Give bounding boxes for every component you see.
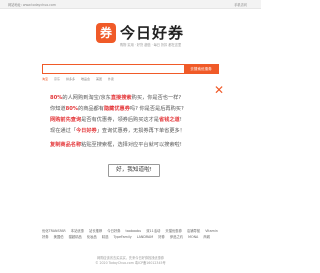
tips-dialog: ✕ 80%的人网购到淘宝/京东直接搜索购买，你是否也一样? 你知道80%的商品都…	[38, 84, 232, 188]
link-item[interactable]: 猫超精品	[69, 235, 82, 239]
logo-slogan: 购物 实用 · 好货 超值 · 每日 折扣 都在这里	[120, 43, 182, 47]
site-address: 网站地址: www.todaychuo.com	[8, 3, 56, 7]
footer: 网购应该省去买买买，先来今日好券找找优惠券 © 2020 TodayChuo.c…	[0, 256, 261, 266]
link-item[interactable]: 本站优惠	[71, 229, 84, 233]
close-icon[interactable]: ✕	[214, 84, 224, 96]
tab-vip[interactable]: 唯品会	[81, 77, 90, 81]
link-item[interactable]: 精选	[102, 235, 109, 239]
link-item[interactable]: LANDRAM	[137, 235, 153, 239]
footer-copyright: © 2020 TodayChuo.com 粤ICP备16012345号	[95, 261, 166, 265]
link-item[interactable]: 化妆品	[87, 235, 97, 239]
tab-pdd[interactable]: 拼多多	[66, 77, 75, 81]
link-item[interactable]: 店铺导航	[187, 229, 200, 233]
link-item[interactable]: taobaobu	[126, 229, 142, 233]
platform-tabs: 淘宝 京东 拼多多 唯品会 美团 外卖	[42, 77, 222, 82]
link-item[interactable]: 优化TRANSFAR	[42, 229, 66, 233]
link-item[interactable]: Vitamin	[205, 229, 218, 233]
logo-badge-icon: 券	[96, 23, 116, 43]
link-item[interactable]: 商城	[203, 235, 210, 239]
top-bar: 网站地址: www.todaychuo.com 手机访问	[0, 0, 261, 9]
mobile-link[interactable]: 手机访问	[234, 2, 247, 7]
tab-jd[interactable]: 京东	[54, 77, 60, 81]
ok-button[interactable]: 好，我知道啦!	[108, 164, 160, 177]
tip-line-1: 80%的人网购到淘宝/京东直接搜索购买，你是否也一样?	[50, 95, 182, 101]
link-item[interactable]: 伊品之约	[170, 235, 183, 239]
tab-taobao[interactable]: 淘宝	[42, 77, 48, 81]
tip-line-3: 网购前先查询是否有优惠券，领券后购买这才是省钱之道!	[50, 117, 182, 123]
link-item[interactable]: 好券	[158, 235, 165, 239]
logo-name: 今日好券	[120, 24, 185, 42]
link-item[interactable]: 站长推荐	[89, 229, 102, 233]
tab-waimai[interactable]: 外卖	[108, 77, 114, 81]
search-button[interactable]: 去搜索优惠券	[184, 65, 218, 73]
link-item[interactable]: 好券	[42, 235, 49, 239]
tip-line-5: 复制商品名称粘贴至搜索框，选择对应平台就可以搜索啦!	[50, 142, 182, 148]
link-item[interactable]: MONA	[188, 235, 198, 239]
search-bar: 去搜索优惠券	[42, 64, 219, 83]
tab-meituan[interactable]: 美团	[96, 77, 102, 81]
tip-line-4: 现在通过「今日好券」查询优惠券，无损券再下单省更多！	[50, 128, 185, 134]
friend-links: 优化TRANSFAR 本站优惠 站长推荐 今日好券 taobaobu 双11活动…	[42, 228, 224, 240]
link-item[interactable]: 天猫优惠券	[165, 229, 181, 233]
link-item[interactable]: 双11活动	[146, 229, 160, 233]
link-item[interactable]: 今日好券	[107, 229, 120, 233]
tip-line-2: 你知道80%的商品都有隐藏优惠券吗? 你是否是后再购买?	[50, 106, 184, 112]
link-item[interactable]: TypeFamily	[113, 235, 131, 239]
link-item[interactable]: 美国伯	[54, 235, 64, 239]
